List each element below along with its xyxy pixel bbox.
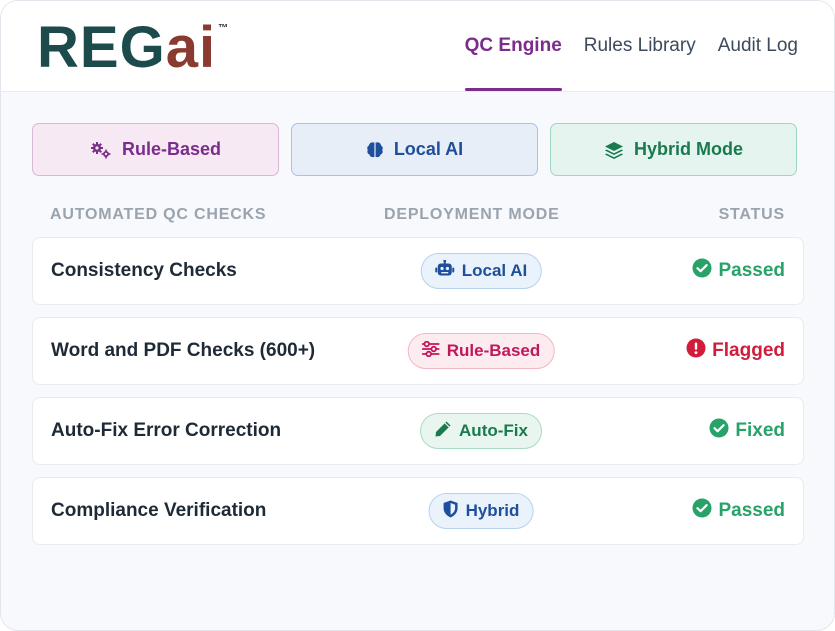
regai-logo: REG ai ™: [37, 18, 228, 78]
deployment-mode-badge: Hybrid: [428, 493, 534, 529]
table-row[interactable]: Auto-Fix Error Correction Auto-Fix Fixed: [32, 397, 804, 465]
deployment-mode-label: Rule-Based: [446, 341, 541, 360]
mode-button-local-ai[interactable]: Local AI: [291, 123, 538, 176]
status-label: Fixed: [735, 420, 785, 441]
table-header: AUTOMATED QC CHECKS DEPLOYMENT MODE STAT…: [50, 206, 785, 228]
gears-icon: [90, 141, 112, 159]
header: REG ai ™ QC Engine Rules Library Audit L…: [1, 1, 834, 92]
check-circle-icon: [709, 418, 729, 444]
deployment-mode-label: Hybrid: [465, 501, 520, 520]
column-header-status: STATUS: [718, 206, 785, 223]
check-name: Auto-Fix Error Correction: [51, 420, 282, 441]
mode-label: Rule-Based: [121, 139, 222, 159]
mode-label: Local AI: [393, 139, 464, 159]
table-row[interactable]: Word and PDF Checks (600+) Rule-Based Fl…: [32, 317, 804, 385]
check-name: Compliance Verification: [51, 500, 267, 521]
nav-tab-audit-log[interactable]: Audit Log: [718, 1, 798, 91]
table-row[interactable]: Consistency Checks Local AI Passed: [32, 237, 804, 305]
status-indicator: Flagged: [686, 318, 785, 384]
status-indicator: Passed: [692, 238, 785, 304]
layers-icon: [604, 141, 624, 159]
status-label: Flagged: [712, 340, 785, 361]
deployment-mode-badge: Auto-Fix: [420, 413, 542, 449]
mode-selector: Rule-Based Local AI Hybrid Mode: [32, 123, 797, 176]
logo-main-text: REG: [37, 15, 166, 80]
logo-accent-text: ai: [165, 15, 217, 80]
pencil-icon: [434, 420, 452, 443]
check-name: Word and PDF Checks (600+): [51, 340, 316, 361]
shield-icon: [443, 500, 459, 523]
qc-checks-list: Consistency Checks Local AI Passed Word …: [32, 237, 804, 557]
mode-button-rule-based[interactable]: Rule-Based: [32, 123, 279, 176]
sliders-icon: [421, 340, 440, 362]
trademark-symbol: ™: [218, 23, 229, 34]
check-circle-icon: [692, 498, 712, 524]
top-nav: QC Engine Rules Library Audit Log: [464, 1, 798, 91]
deployment-mode-badge: Local AI: [420, 253, 542, 289]
mode-button-hybrid[interactable]: Hybrid Mode: [550, 123, 797, 176]
nav-tab-qc-engine[interactable]: QC Engine: [464, 1, 562, 91]
status-indicator: Fixed: [709, 398, 785, 464]
mode-label: Hybrid Mode: [633, 139, 743, 159]
status-indicator: Passed: [692, 478, 785, 544]
status-label: Passed: [718, 500, 785, 521]
deployment-mode-badge: Rule-Based: [407, 333, 555, 369]
exclamation-circle-icon: [686, 338, 706, 364]
brain-icon: [366, 141, 384, 159]
robot-icon: [435, 259, 455, 283]
deployment-mode-label: Local AI: [461, 261, 528, 280]
column-header-checks: AUTOMATED QC CHECKS: [50, 206, 267, 223]
nav-tab-rules-library[interactable]: Rules Library: [584, 1, 696, 91]
check-circle-icon: [692, 258, 712, 284]
check-name: Consistency Checks: [51, 260, 237, 281]
qc-dashboard-card: REG ai ™ QC Engine Rules Library Audit L…: [0, 0, 835, 631]
table-row[interactable]: Compliance Verification Hybrid Passed: [32, 477, 804, 545]
column-header-deployment-mode: DEPLOYMENT MODE: [384, 206, 560, 223]
status-label: Passed: [718, 260, 785, 281]
deployment-mode-label: Auto-Fix: [459, 421, 528, 440]
